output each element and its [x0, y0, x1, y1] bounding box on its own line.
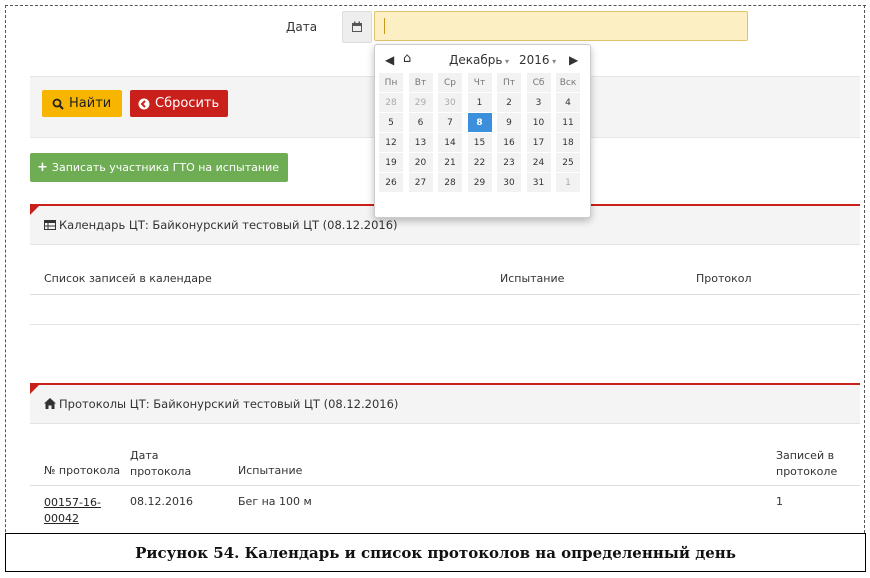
calendar-day[interactable]: 10 — [526, 113, 551, 132]
weekday-header: Вск — [556, 73, 580, 92]
calendar-day[interactable]: 19 — [379, 153, 403, 172]
column-protocol-date: Дата протокола — [130, 449, 192, 478]
table-icon — [44, 220, 56, 230]
protocol-number-link[interactable]: 00157-16-00042 — [44, 495, 102, 527]
weekday-header: Ср — [438, 73, 462, 92]
calendar-day[interactable]: 15 — [467, 133, 492, 152]
chevron-down-icon: ▾ — [549, 57, 557, 66]
weekday-header: Сб — [526, 73, 551, 92]
calendar-day[interactable]: 29 — [408, 93, 433, 112]
calendar-day[interactable]: 31 — [526, 173, 551, 192]
calendar-day[interactable]: 6 — [408, 113, 433, 132]
calendar-day[interactable]: 28 — [379, 93, 403, 112]
text-cursor — [384, 18, 385, 34]
calendar-day[interactable]: 30 — [438, 93, 462, 112]
calendar-day[interactable]: 20 — [408, 153, 433, 172]
calendar-day[interactable]: 27 — [408, 173, 433, 192]
search-icon — [52, 98, 64, 110]
next-month-icon[interactable]: ▶ — [569, 53, 578, 67]
calendar-day[interactable]: 22 — [467, 153, 492, 172]
home-today-icon[interactable]: ⌂ — [403, 51, 411, 66]
calendar-day[interactable]: 9 — [497, 113, 521, 132]
calendar-day[interactable]: 12 — [379, 133, 403, 152]
calendar-day[interactable]: 3 — [526, 93, 551, 112]
calendar-day[interactable]: 2 — [497, 93, 521, 112]
add-participant-button[interactable]: + Записать участника ГТО на испытание — [30, 153, 288, 182]
calendar-day[interactable]: 17 — [526, 133, 551, 152]
panel-corner-marker — [30, 385, 39, 394]
prev-month-icon[interactable]: ◀ — [385, 53, 394, 67]
calendar-day[interactable]: 21 — [438, 153, 462, 172]
protocol-records-count: 1 — [776, 495, 783, 508]
calendar-day[interactable]: 11 — [556, 113, 580, 132]
calendar-day[interactable]: 18 — [556, 133, 580, 152]
month-select[interactable]: Декабрь ▾ — [449, 53, 509, 67]
column-test: Испытание — [500, 272, 565, 285]
reset-button[interactable]: Сбросить — [130, 90, 228, 117]
home-icon — [44, 398, 56, 409]
date-input[interactable] — [374, 11, 748, 41]
back-circle-icon — [138, 98, 150, 109]
calendar-day[interactable]: 1 — [467, 93, 492, 112]
calendar-panel-title-text: Календарь ЦТ: Байконурский тестовый ЦТ (… — [59, 218, 398, 232]
column-protocol-number: № протокола — [44, 464, 121, 477]
figure-caption: Рисунок 54. Календарь и список протоколо… — [135, 543, 736, 562]
column-protocol: Протокол — [696, 272, 752, 285]
weekday-header: Пн — [379, 73, 403, 92]
calendar-day[interactable]: 29 — [467, 173, 492, 192]
datepicker-header: ◀ ⌂ Декабрь ▾ 2016 ▾ ▶ — [375, 51, 590, 71]
date-label: Дата — [286, 20, 318, 34]
calendar-day[interactable]: 7 — [438, 113, 462, 132]
calendar-day[interactable]: 14 — [438, 133, 462, 152]
add-participant-label: Записать участника ГТО на испытание — [51, 161, 279, 174]
calendar-day[interactable]: 16 — [497, 133, 521, 152]
calendar-day[interactable]: 23 — [497, 153, 521, 172]
calendar-day[interactable]: 8 — [467, 113, 492, 132]
reset-button-label: Сбросить — [155, 96, 220, 111]
plus-icon: + — [37, 160, 48, 175]
chevron-down-icon: ▾ — [502, 57, 510, 66]
protocols-panel-title-text: Протоколы ЦТ: Байконурский тестовый ЦТ (… — [59, 397, 399, 411]
figure-frame-right — [863, 5, 865, 533]
protocols-panel-title: Протоколы ЦТ: Байконурский тестовый ЦТ (… — [44, 397, 398, 411]
protocols-panel-header: Протоколы ЦТ: Байконурский тестовый ЦТ (… — [30, 385, 860, 424]
table-divider — [30, 294, 860, 295]
calendar-day[interactable]: 1 — [556, 173, 580, 192]
calendar-day[interactable]: 24 — [526, 153, 551, 172]
weekday-header: Вт — [408, 73, 433, 92]
calendar-panel-title: Календарь ЦТ: Байконурский тестовый ЦТ (… — [44, 218, 398, 232]
calendar-icon — [352, 21, 362, 32]
column-records-list: Список записей в календаре — [44, 272, 212, 285]
column-records-count: Записей в протоколе — [776, 449, 838, 478]
calendar-day[interactable]: 30 — [497, 173, 521, 192]
table-divider — [30, 485, 860, 486]
year-label: 2016 — [519, 53, 550, 67]
datepicker-popup: ◀ ⌂ Декабрь ▾ 2016 ▾ ▶ Пн Вт Ср Чт Пт Сб Вск 28… — [374, 44, 591, 218]
find-button[interactable]: Найти — [42, 90, 122, 117]
weekday-header: Пт — [497, 73, 521, 92]
calendar-day[interactable]: 4 — [556, 93, 580, 112]
calendar-day[interactable]: 28 — [438, 173, 462, 192]
year-select[interactable]: 2016 ▾ — [519, 53, 556, 67]
calendar-day[interactable]: 26 — [379, 173, 403, 192]
calendar-day[interactable]: 13 — [408, 133, 433, 152]
calendar-button[interactable] — [342, 11, 372, 43]
figure-caption-box: Рисунок 54. Календарь и список протоколо… — [5, 533, 866, 572]
protocol-date: 08.12.2016 — [130, 495, 193, 508]
column-test: Испытание — [238, 464, 303, 477]
calendar-day[interactable]: 25 — [556, 153, 580, 172]
protocol-test: Бег на 100 м — [238, 495, 312, 508]
panel-corner-marker — [30, 206, 39, 215]
find-button-label: Найти — [69, 96, 112, 111]
calendar-panel: Календарь ЦТ: Байконурский тестовый ЦТ (… — [30, 204, 860, 325]
protocols-panel: Протоколы ЦТ: Байконурский тестовый ЦТ (… — [30, 383, 860, 535]
calendar-day[interactable]: 5 — [379, 113, 403, 132]
page-content: Дата Найти Сбросить + Записать участника… — [30, 8, 860, 535]
month-label: Декабрь — [449, 53, 503, 67]
weekday-header: Чт — [467, 73, 492, 92]
